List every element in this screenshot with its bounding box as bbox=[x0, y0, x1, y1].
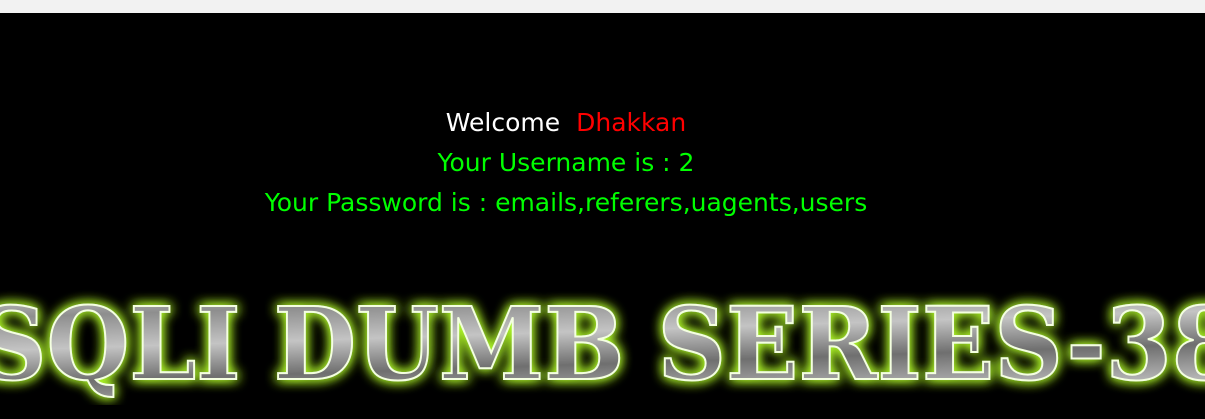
page-content: Welcome Dhakkan Your Username is : 2 Your… bbox=[0, 13, 1205, 419]
welcome-label: Welcome bbox=[445, 108, 561, 137]
browser-top-bar bbox=[0, 0, 1205, 14]
password-result: Your Password is : emails,referers,uagen… bbox=[264, 188, 868, 217]
welcome-line: Welcome Dhakkan bbox=[0, 103, 1132, 143]
username-result: Your Username is : 2 bbox=[437, 148, 695, 177]
login-result-message: Welcome Dhakkan Your Username is : 2 Your… bbox=[0, 103, 1132, 223]
welcome-username: Dhakkan bbox=[576, 108, 687, 137]
series-banner: SQLI DUMB SERIES-38 bbox=[0, 275, 1205, 405]
series-banner-graphic: SQLI DUMB SERIES-38 bbox=[0, 284, 1205, 404]
series-banner-text: SQLI DUMB SERIES-38 bbox=[0, 285, 1205, 403]
